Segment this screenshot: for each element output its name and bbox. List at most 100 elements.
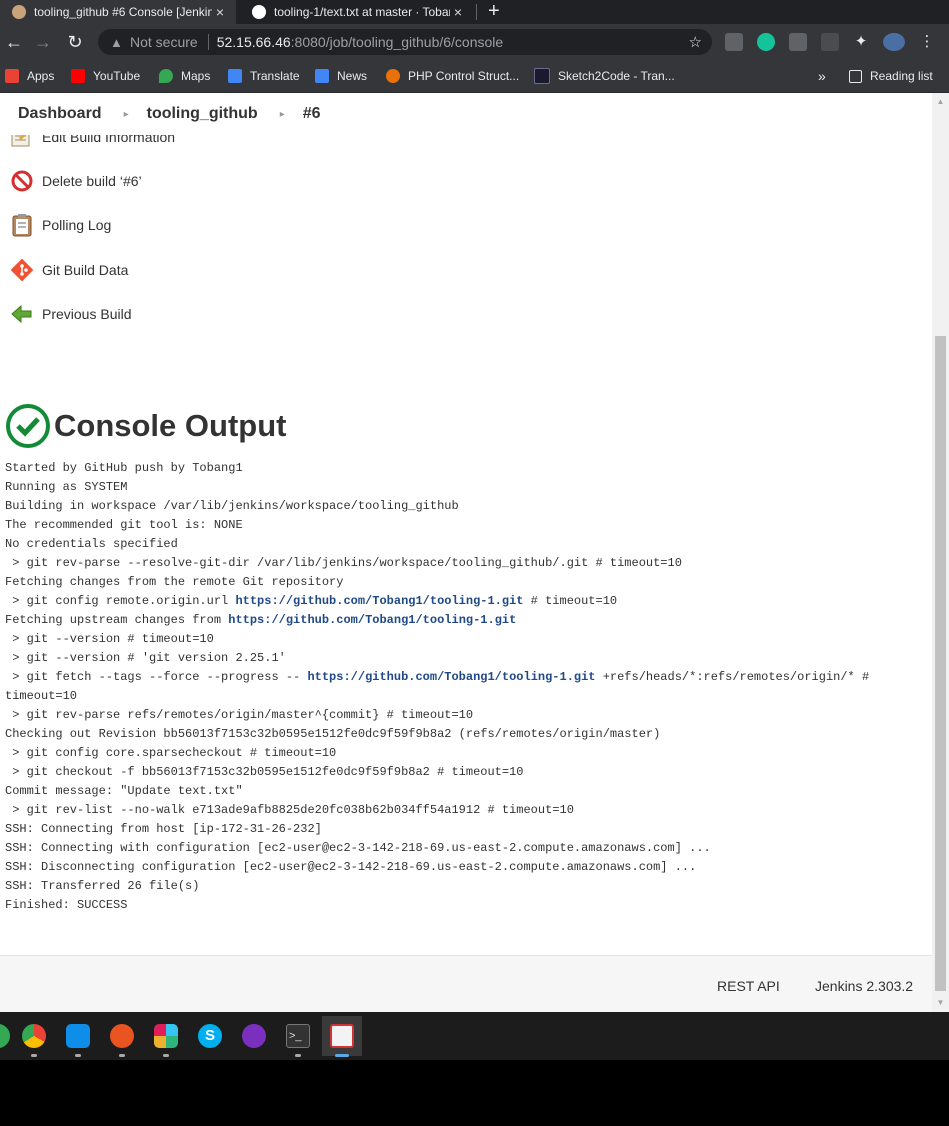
close-tab-icon[interactable]: ×: [212, 4, 228, 20]
task-label: Delete build ‘#6’: [42, 173, 142, 189]
console-line: Fetching upstream changes from https://g…: [5, 613, 516, 627]
snipping-tool-icon[interactable]: [330, 1024, 354, 1048]
page-title: Console Output: [54, 408, 287, 443]
reload-icon[interactable]: ↻: [63, 30, 87, 54]
console-line: > git checkout -f bb56013f7153c32b0595e1…: [5, 765, 523, 779]
success-check-icon: [6, 404, 50, 448]
tab-title: tooling_github #6 Console [Jenkins]: [34, 5, 212, 19]
translate-icon: [228, 69, 242, 83]
maps-pin-icon: [159, 69, 173, 83]
page-scrollbar[interactable]: ▲ ▼: [932, 93, 949, 1012]
jenkins-version-link[interactable]: Jenkins 2.303.2: [815, 978, 913, 994]
os-taskbar: S >_: [0, 1012, 949, 1060]
scrollbar-thumb[interactable]: [935, 336, 946, 991]
back-arrow-icon[interactable]: ←: [2, 30, 26, 54]
terminal-icon[interactable]: >_: [286, 1024, 310, 1048]
bookmark-maps[interactable]: Maps: [159, 68, 210, 84]
running-indicator: [335, 1054, 349, 1057]
console-line: > git --version # 'git version 2.25.1': [5, 651, 286, 665]
apps-grid-icon: [5, 69, 19, 83]
console-line: > git rev-parse --resolve-git-dir /var/l…: [5, 556, 682, 570]
rest-api-link[interactable]: REST API: [717, 978, 780, 994]
console-line: Building in workspace /var/lib/jenkins/w…: [5, 499, 459, 513]
scroll-down-arrow-icon[interactable]: ▼: [932, 996, 949, 1010]
bookmark-label: YouTube: [93, 69, 141, 83]
bookmark-news[interactable]: News: [315, 68, 367, 84]
console-line: > git --version # timeout=10: [5, 632, 214, 646]
facebook-extension-icon[interactable]: [789, 33, 807, 51]
bookmark-label: Sketch2Code - Tran...: [558, 69, 675, 83]
console-text: > git rev-list --no-walk e713ade9afb8825…: [5, 803, 574, 817]
bookmark-label: Translate: [250, 69, 300, 83]
console-text: Fetching upstream changes from: [5, 613, 229, 627]
tab-strip: tooling_github #6 Console [Jenkins] × to…: [0, 0, 949, 24]
ubuntu-icon[interactable]: [110, 1024, 134, 1048]
console-text: timeout=10: [5, 689, 78, 703]
console-line: Running as SYSTEM: [5, 480, 127, 494]
address-divider: [207, 34, 209, 50]
console-text: > git fetch --tags --force --progress --: [5, 670, 308, 684]
jenkins-page: Edit Build Information Delete build ‘#6’…: [0, 93, 932, 1012]
running-indicator: [295, 1054, 301, 1057]
task-delete-build[interactable]: Delete build ‘#6’: [10, 169, 142, 193]
task-git-build-data[interactable]: Git Build Data: [10, 258, 128, 282]
console-text: Running as SYSTEM: [5, 480, 128, 494]
reading-list-button[interactable]: Reading list: [849, 68, 933, 84]
breadcrumb-job[interactable]: tooling_github: [147, 105, 258, 123]
console-line: > git rev-list --no-walk e713ade9afb8825…: [5, 803, 574, 817]
close-tab-icon[interactable]: ×: [450, 4, 466, 20]
bookmark-apps[interactable]: Apps: [5, 68, 54, 84]
tools-extension-icon[interactable]: [821, 33, 839, 51]
console-text: > git rev-parse --resolve-git-dir /var/l…: [5, 556, 682, 570]
console-line: > git fetch --tags --force --progress --…: [5, 670, 869, 684]
bookmark-translate[interactable]: Translate: [228, 68, 300, 84]
tab-title: tooling-1/text.txt at master · Tobang1/t…: [274, 5, 450, 19]
youtube-icon: [71, 69, 85, 83]
tab-jenkins-console[interactable]: tooling_github #6 Console [Jenkins] ×: [0, 0, 236, 24]
skype-icon[interactable]: S: [198, 1024, 222, 1048]
new-tab-button[interactable]: +: [488, 0, 500, 24]
browser-menu-icon[interactable]: ⋮: [918, 33, 936, 51]
repo-link[interactable]: https://github.com/Tobang1/tooling-1.git: [235, 594, 523, 608]
repo-link[interactable]: https://github.com/Tobang1/tooling-1.git: [228, 613, 516, 627]
breadcrumb: Dashboard ▸ tooling_github ▸ #6: [0, 93, 932, 135]
task-polling-log[interactable]: Polling Log: [10, 213, 111, 237]
no-entry-icon: [10, 169, 34, 193]
teamviewer-icon[interactable]: [66, 1024, 90, 1048]
bookmarks-overflow-button[interactable]: »: [818, 68, 826, 84]
address-bar[interactable]: ▲ Not secure 52.15.66.46 :8080/job/tooli…: [98, 29, 712, 55]
bookmark-youtube[interactable]: YouTube: [71, 68, 140, 84]
profile-avatar-icon[interactable]: [883, 33, 905, 51]
puzzle-extensions-icon[interactable]: ✦: [852, 33, 870, 51]
bookmark-sketch2code[interactable]: Sketch2Code - Tran...: [534, 68, 675, 84]
repo-link[interactable]: https://github.com/Tobang1/tooling-1.git: [307, 670, 595, 684]
console-text: > git config core.sparsecheckout # timeo…: [5, 746, 337, 760]
podcast-icon[interactable]: [242, 1024, 266, 1048]
extension-f-icon[interactable]: [725, 33, 743, 51]
console-text: > git config remote.origin.url: [5, 594, 236, 608]
console-line: No credentials specified: [5, 537, 178, 551]
console-text: +refs/heads/*:refs/remotes/origin/* #: [595, 670, 870, 684]
running-indicator: [163, 1054, 169, 1057]
breadcrumb-build[interactable]: #6: [303, 105, 321, 123]
console-text: SSH: Transferred 26 file(s): [5, 879, 200, 893]
console-text: SSH: Disconnecting configuration [ec2-us…: [5, 860, 697, 874]
git-icon: [10, 258, 34, 282]
slack-icon[interactable]: [154, 1024, 178, 1048]
task-previous-build[interactable]: Previous Build: [10, 302, 132, 326]
chrome-icon[interactable]: [22, 1024, 46, 1048]
reading-list-icon: [849, 69, 862, 83]
tab-github[interactable]: tooling-1/text.txt at master · Tobang1/t…: [240, 0, 474, 24]
forward-arrow-icon[interactable]: →: [31, 30, 55, 54]
bookmark-php[interactable]: PHP Control Struct...: [386, 68, 519, 84]
bookmark-label: PHP Control Struct...: [408, 69, 520, 83]
bookmark-star-icon[interactable]: ☆: [689, 33, 702, 51]
console-text: Commit message: "Update text.txt": [5, 784, 243, 798]
console-line: > git rev-parse refs/remotes/origin/mast…: [5, 708, 473, 722]
console-text: The recommended git tool is: NONE: [5, 518, 243, 532]
app-partial-icon[interactable]: [0, 1024, 10, 1048]
scroll-up-arrow-icon[interactable]: ▲: [932, 95, 949, 109]
breadcrumb-dashboard[interactable]: Dashboard: [18, 105, 102, 123]
grammarly-icon[interactable]: [757, 33, 775, 51]
running-indicator: [119, 1054, 125, 1057]
